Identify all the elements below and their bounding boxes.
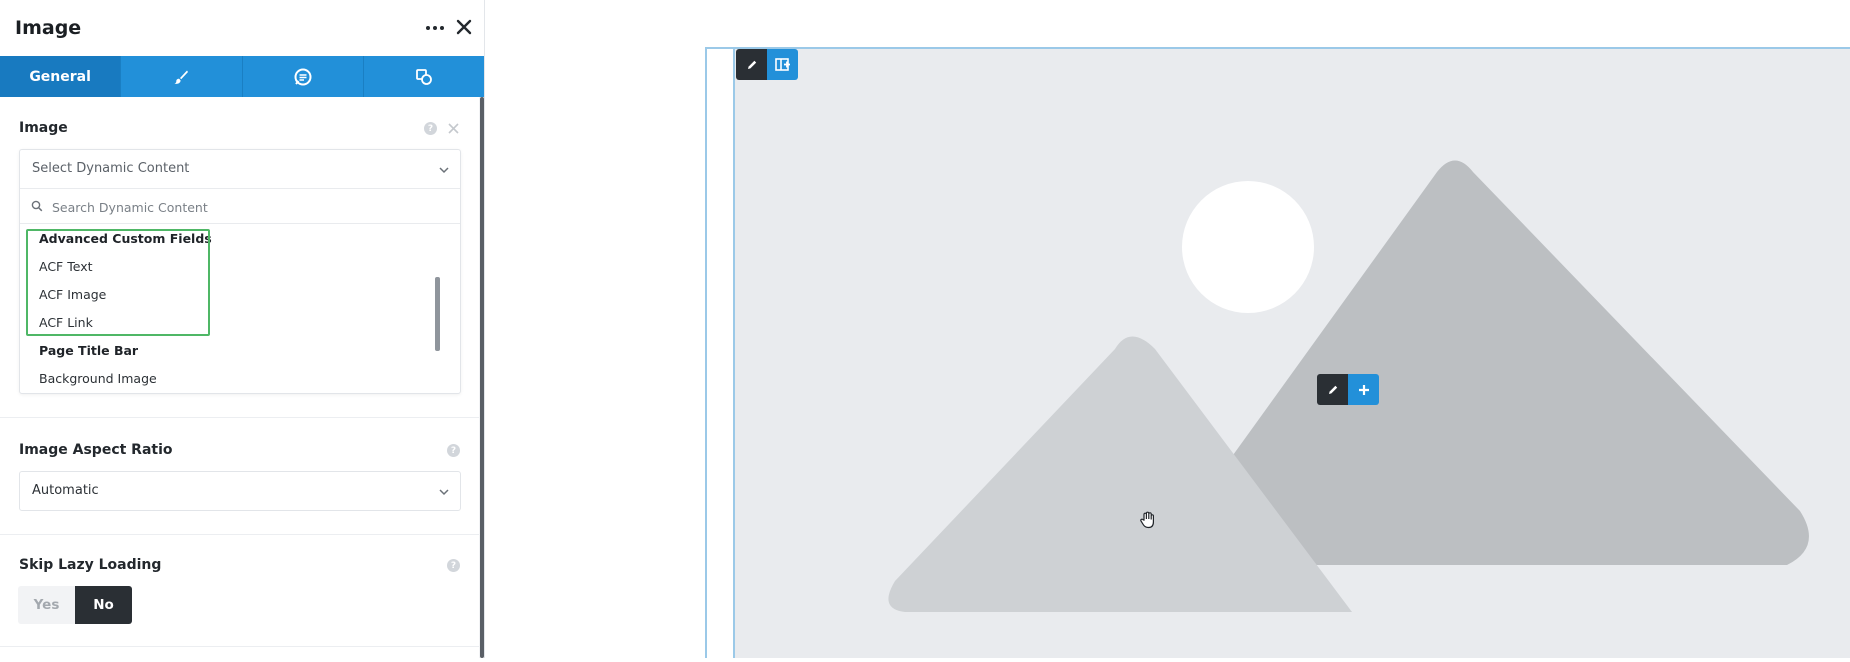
tab-general[interactable]: General (0, 56, 122, 97)
acf-highlight-box (26, 229, 210, 336)
help-icon[interactable]: ? (447, 559, 460, 572)
section-divider (0, 417, 479, 418)
tab-general-label: General (29, 68, 91, 85)
more-options-icon[interactable] (424, 18, 446, 38)
search-icon (31, 200, 43, 212)
tab-design[interactable] (121, 56, 243, 97)
help-icon[interactable]: ? (447, 444, 460, 457)
edit-element-button[interactable] (1317, 374, 1348, 405)
settings-tabs: General (0, 56, 484, 97)
chevron-down-icon (439, 167, 449, 174)
edit-column-button[interactable] (736, 49, 767, 80)
help-icon[interactable]: ? (424, 122, 437, 135)
aspect-ratio-label: Image Aspect Ratio (19, 442, 173, 458)
panel-header: Image (0, 0, 484, 56)
image-field-label: Image (19, 120, 68, 136)
aspect-ratio-select[interactable]: Automatic (19, 471, 461, 511)
hand-cursor-icon (1140, 511, 1154, 529)
list-group-heading: Page Title Bar (39, 343, 139, 358)
chat-extras-icon (294, 68, 312, 85)
shapes-icon (416, 68, 433, 85)
section-divider (0, 646, 479, 647)
clear-icon[interactable] (447, 122, 460, 135)
panel-title: Image (15, 17, 82, 39)
tab-extras[interactable] (243, 56, 364, 97)
dynamic-content-select[interactable]: Select Dynamic Content (20, 150, 460, 189)
chevron-down-icon (439, 489, 449, 496)
column-outline (733, 49, 1850, 658)
section-divider (0, 534, 479, 535)
dropdown-scrollbar-thumb[interactable] (435, 277, 440, 351)
columns-add-icon (774, 57, 790, 71)
aspect-ratio-value: Automatic (32, 483, 99, 498)
add-element-button[interactable] (1348, 374, 1379, 405)
pencil-icon (1328, 385, 1337, 394)
lazy-loading-no-button[interactable]: No (75, 586, 132, 624)
add-column-button[interactable] (767, 49, 798, 80)
tab-dynamic[interactable] (364, 56, 484, 97)
close-icon[interactable] (454, 16, 474, 38)
panel-scrollbar-thumb[interactable] (480, 97, 484, 658)
list-item-background-image[interactable]: Background Image (39, 371, 157, 386)
dynamic-content-search (20, 189, 460, 224)
lazy-loading-yes-button[interactable]: Yes (18, 586, 75, 624)
brush-icon (174, 70, 189, 84)
plus-icon (1358, 384, 1369, 395)
dynamic-content-select-label: Select Dynamic Content (32, 161, 190, 176)
element-settings-panel: Image General Image ? Select Dynamic Con… (0, 0, 485, 658)
lazy-loading-label: Skip Lazy Loading (19, 557, 162, 573)
dynamic-content-search-input[interactable] (52, 197, 432, 217)
pencil-icon (747, 60, 756, 69)
